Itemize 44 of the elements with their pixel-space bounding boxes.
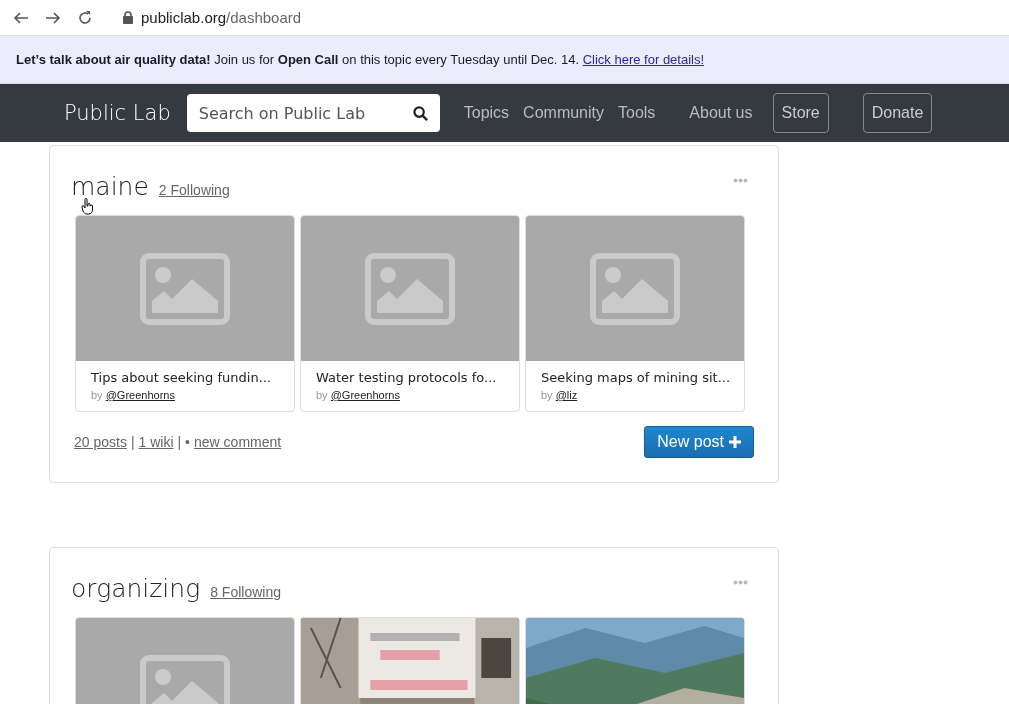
byline-label: by: [91, 389, 103, 401]
byline-label: by: [316, 389, 328, 401]
topic-title: maine: [71, 172, 149, 201]
lock-icon: [123, 11, 133, 24]
nav-link[interactable]: Community: [523, 104, 604, 122]
search-box[interactable]: Search on Public Lab: [186, 94, 440, 132]
byline-label: by: [541, 389, 553, 401]
post-card[interactable]: Seeking maps of mining sit... by @liz: [525, 215, 745, 412]
nav-link[interactable]: Topics: [463, 104, 510, 122]
announcement-text: Let’s talk about air quality data! Join us for Open Call on this topic every Tuesday until Dec. 14. Click here for details!: [16, 52, 706, 67]
author-link[interactable]: @Greenhorns: [105, 389, 175, 401]
posts-link[interactable]: 20 posts: [74, 434, 127, 450]
wiki-link[interactable]: 1 wiki: [138, 434, 174, 450]
separator-text: | •: [177, 434, 191, 450]
plus-icon: [729, 436, 741, 448]
post-card[interactable]: Water testing protocols fo... by @Greenhorns: [300, 215, 520, 412]
image-placeholder-icon: [365, 252, 455, 325]
search-field[interactable]: Search on Public Lab: [186, 94, 401, 132]
hand-cursor-icon: [81, 198, 94, 215]
post-title: Water testing protocols fo...: [316, 370, 498, 385]
nav-link[interactable]: Tools: [618, 104, 656, 122]
author-link[interactable]: @liz: [555, 389, 578, 401]
separator-text: |: [130, 434, 135, 450]
reload-icon[interactable]: [77, 9, 93, 26]
image-placeholder-icon: [590, 252, 680, 325]
search-icon[interactable]: [412, 105, 428, 121]
following-link[interactable]: 8 Following: [210, 584, 281, 600]
following-link[interactable]: 2 Following: [158, 182, 230, 198]
details-link[interactable]: Click here for details!: [582, 52, 705, 67]
post-card[interactable]: Tips about seeking fundin... by @Greenhorns: [75, 215, 295, 412]
back-icon[interactable]: [13, 9, 29, 26]
comment-link[interactable]: new comment: [194, 434, 282, 450]
forward-icon[interactable]: [45, 9, 61, 26]
image-placeholder-icon: [140, 252, 230, 325]
author-link[interactable]: @Greenhorns: [330, 389, 400, 401]
nav-button[interactable]: Donate: [862, 93, 933, 133]
nav-link[interactable]: About us: [689, 104, 753, 122]
address-bar[interactable]: publiclab.org/dashboard: [141, 9, 302, 26]
new-post-button[interactable]: New post: [644, 426, 754, 458]
post-title: Tips about seeking fundin...: [91, 370, 273, 385]
site-logo[interactable]: Public Lab: [64, 101, 171, 125]
nav-button[interactable]: Store: [772, 93, 829, 133]
topic-title: organizing: [71, 574, 201, 603]
post-title: Seeking maps of mining sit...: [541, 370, 732, 385]
